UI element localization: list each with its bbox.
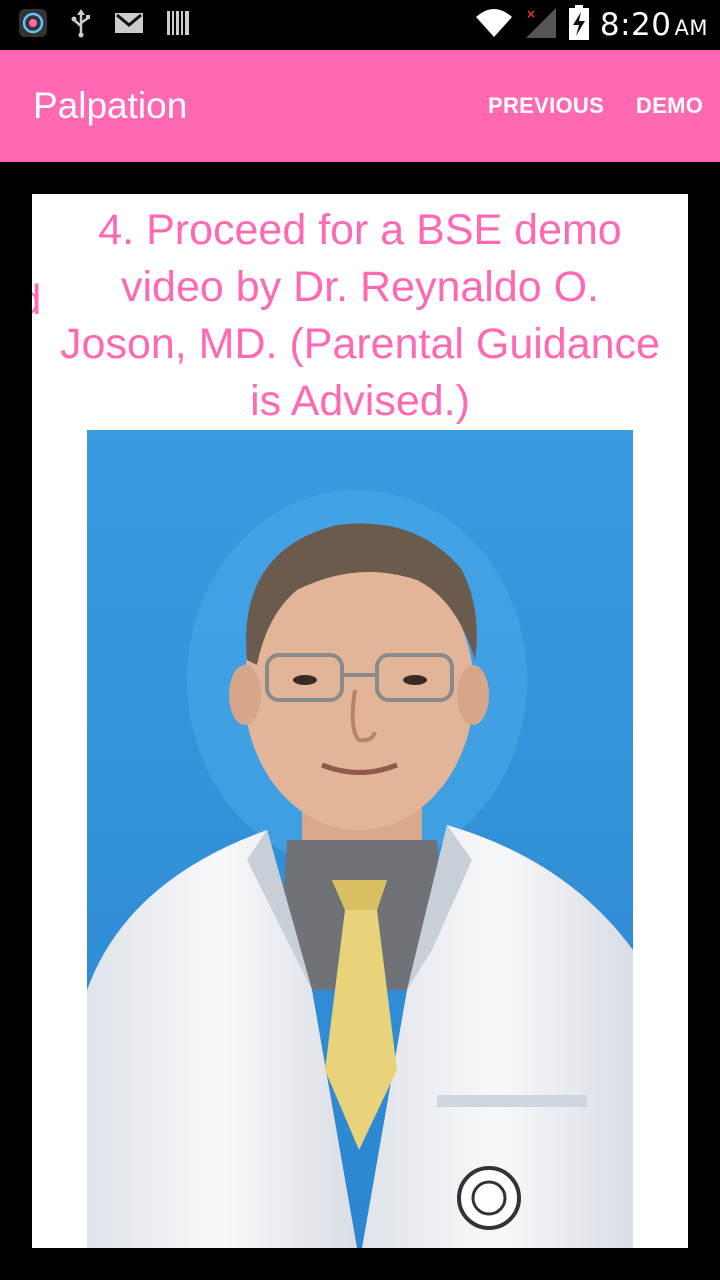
status-bar: × 8:20 AM (0, 0, 720, 50)
svg-text:×: × (526, 7, 536, 21)
page-title: Palpation (33, 85, 188, 126)
step-card[interactable]: d 4. Proceed for a BSE demo video by Dr.… (32, 194, 688, 1248)
screen: × 8:20AM Palpation PREVIOUS DEMO d 4. Pr… (0, 0, 720, 1280)
system-icons: × 8:20 AM (474, 5, 708, 45)
app-bar: Palpation PREVIOUS DEMO (0, 50, 720, 162)
wifi-icon (474, 7, 514, 43)
barcode-icon (166, 10, 190, 40)
previous-button[interactable]: PREVIOUS (488, 50, 604, 162)
content-area: d 4. Proceed for a BSE demo video by Dr.… (0, 162, 720, 1280)
step-text: 4. Proceed for a BSE demo video by Dr. R… (60, 206, 660, 425)
doctor-photo (87, 430, 633, 1248)
demo-button[interactable]: DEMO (636, 50, 703, 162)
previous-page-peek: d (32, 276, 41, 324)
notification-icons (18, 8, 190, 42)
app-notification-icon (18, 8, 48, 42)
usb-icon (70, 8, 92, 42)
clock: 8:20 AM (599, 7, 708, 43)
gmail-icon (114, 11, 144, 39)
battery-charging-icon (568, 5, 590, 45)
cell-signal-icon: × (524, 6, 558, 44)
